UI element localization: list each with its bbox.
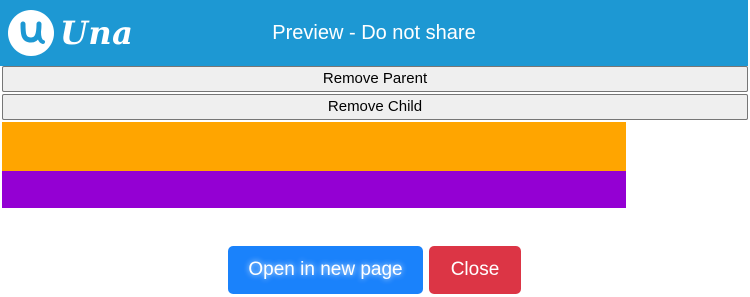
open-in-new-page-button[interactable]: Open in new page [228,246,423,294]
page-title: Preview - Do not share [272,22,476,44]
remove-child-button[interactable]: Remove Child [2,94,748,120]
child-block [2,171,626,208]
remove-parent-button[interactable]: Remove Parent [2,66,748,92]
parent-block [2,122,626,171]
preview-header: Una Preview - Do not share [0,0,748,66]
close-button[interactable]: Close [429,246,521,294]
